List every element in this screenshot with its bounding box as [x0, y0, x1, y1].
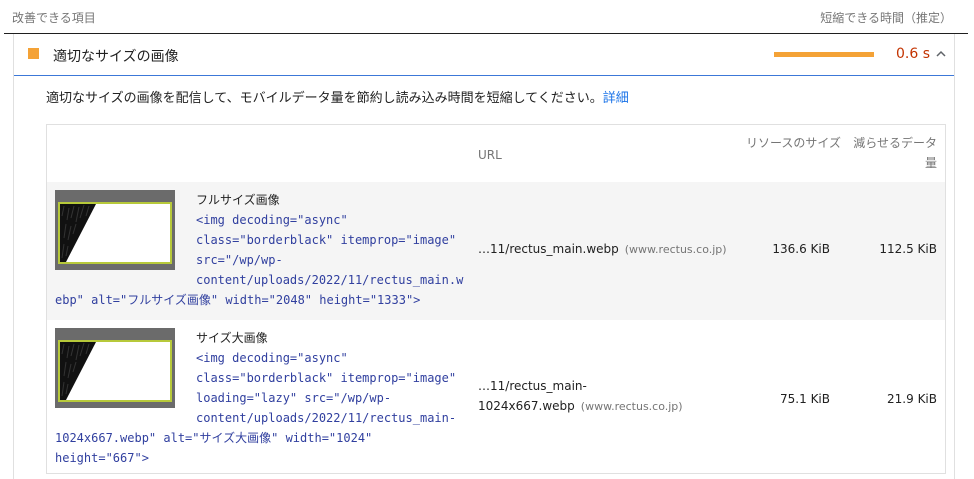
element-snippet: <img decoding="async" class="borderblack… [55, 210, 465, 310]
savings-bar [774, 52, 874, 57]
table-row: フルサイズ画像 <img decoding="async" class="bor… [47, 182, 945, 320]
url-cell[interactable]: …11/rectus_main.webp (www.rectus.co.jp) [478, 239, 727, 260]
resource-url-cont: 1024x667.webp [478, 399, 575, 413]
column-header-resource-size: リソースのサイズ [745, 136, 841, 150]
snippet-line: ebp" alt="フルサイズ画像" width="2048" height="… [55, 293, 421, 307]
column-header-url: URL [478, 148, 502, 162]
opportunity-column-label: 改善できる項目 [12, 11, 96, 25]
snippet-line: loading="lazy" src="/wp/wp- [196, 391, 392, 405]
snippet-line: content/uploads/2022/11/rectus_main.w [196, 273, 464, 287]
resource-domain: (www.rectus.co.jp) [580, 400, 683, 413]
audit-title: 適切なサイズの画像 [53, 49, 179, 65]
snippet-line: src="/wp/wp- [196, 253, 283, 267]
chevron-up-icon[interactable] [934, 47, 948, 61]
resource-size: 75.1 KiB [780, 392, 830, 406]
average-status-icon [28, 48, 39, 59]
snippet-line: height="667"> [55, 451, 149, 465]
element-snippet: <img decoding="async" class="borderblack… [55, 348, 465, 468]
potential-savings: 21.9 KiB [887, 392, 937, 406]
opportunity-header: 改善できる項目 短縮できる時間（推定） [0, 0, 974, 34]
audit-description: 適切なサイズの画像を配信して、モバイルデータ量を節約し読み込み時間を短縮してくだ… [46, 87, 629, 106]
element-label: フルサイズ画像 [196, 193, 280, 207]
snippet-line: class="borderblack" itemprop="image" [196, 233, 457, 247]
column-header-savings: 減らせるデータ量 [853, 136, 937, 170]
snippet-line: 1024x667.webp" alt="サイズ大画像" width="1024" [55, 431, 373, 445]
snippet-line: content/uploads/2022/11/rectus_main- [196, 411, 457, 425]
url-cell[interactable]: …11/rectus_main- 1024x667.webp (www.rectu… [478, 376, 683, 417]
details-table: URL リソースのサイズ 減らせるデータ量 フルサイズ画像 <img decod… [46, 124, 946, 474]
resource-url: …11/rectus_main- [478, 379, 587, 393]
audit-panel: 適切なサイズの画像 0.6 s 適切なサイズの画像を配信して、モバイルデータ量を… [13, 34, 955, 479]
table-row: サイズ大画像 <img decoding="async" class="bord… [47, 320, 945, 470]
resource-size: 136.6 KiB [772, 242, 830, 256]
element-label: サイズ大画像 [196, 331, 268, 345]
resource-url: …11/rectus_main.webp [478, 242, 619, 256]
snippet-line: <img decoding="async" [196, 213, 348, 227]
audit-summary[interactable]: 適切なサイズの画像 0.6 s [14, 34, 954, 76]
resource-domain: (www.rectus.co.jp) [624, 243, 727, 256]
snippet-line: class="borderblack" itemprop="image" [196, 371, 457, 385]
savings-value: 0.6 s [896, 46, 931, 62]
potential-savings: 112.5 KiB [879, 242, 937, 256]
estimated-savings-column-label: 短縮できる時間（推定） [820, 11, 952, 25]
learn-more-link[interactable]: 詳細 [603, 91, 629, 106]
description-text: 適切なサイズの画像を配信して、モバイルデータ量を節約し読み込み時間を短縮してくだ… [46, 91, 603, 106]
snippet-line: <img decoding="async" [196, 351, 348, 365]
